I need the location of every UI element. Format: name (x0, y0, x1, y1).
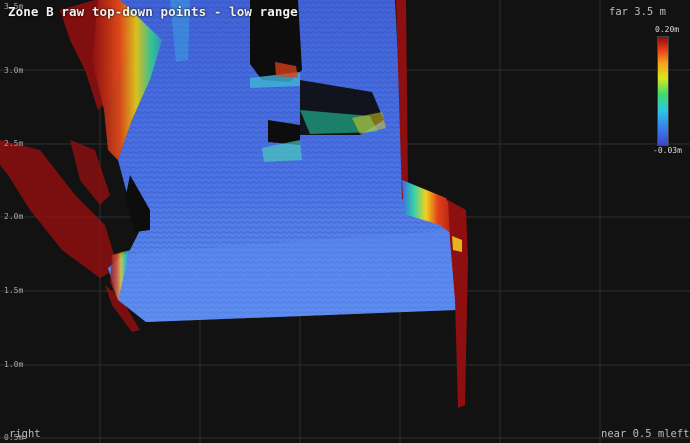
near-range-value: near 0.5 m (601, 428, 665, 440)
point-cloud-viewport[interactable]: Zone B raw top-down points - low range f… (0, 0, 690, 443)
depth-tick-2-0: 2.0m (4, 212, 24, 221)
point-cloud-scene (0, 0, 690, 443)
near-range-label: near 0.5 mleft (601, 428, 690, 440)
depth-tick-3-5: 3.5m (4, 2, 24, 11)
view-title: Zone B raw top-down points - low range (8, 4, 298, 19)
colorbar-min-label: -0.03m (653, 146, 682, 155)
colorbar-max-label: 0.20m (655, 25, 680, 34)
depth-tick-2-5: 2.5m (4, 139, 24, 148)
depth-tick-1-0: 1.0m (4, 360, 24, 369)
side-left-label: left (664, 428, 690, 440)
far-range-label: far 3.5 m (609, 6, 666, 18)
depth-tick-1-5: 1.5m (4, 286, 24, 295)
depth-tick-3-0: 3.0m (4, 66, 24, 75)
depth-tick-0-5: 0.5m (4, 433, 24, 442)
height-colorbar (657, 36, 669, 146)
